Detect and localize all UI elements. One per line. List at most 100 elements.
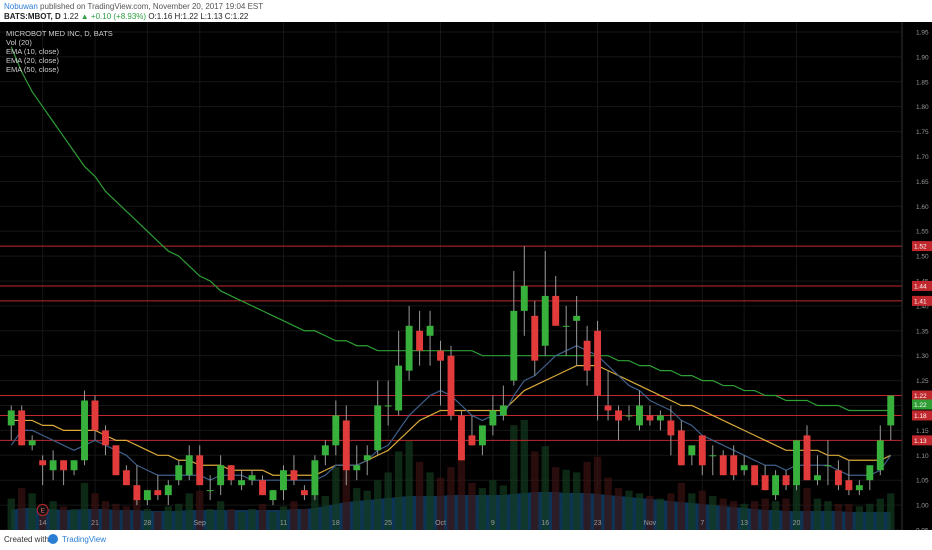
volume-bar: [541, 446, 549, 530]
y-tick-label: 1.35: [916, 328, 929, 335]
ohlc-readout: O:1.16 H:1.22 L:1.13 C:1.22: [148, 12, 249, 21]
candle-body: [562, 325, 570, 327]
symbol-line: BATS:MBOT, D 1.22 ▲ +0.10 (+8.93%) O:1.1…: [4, 12, 248, 21]
candle-body: [845, 480, 853, 491]
candle-body: [698, 435, 706, 466]
candle-body: [510, 310, 518, 381]
volume-bar: [531, 451, 539, 530]
symbol-label: BATS:MBOT, D: [4, 12, 61, 21]
x-tick-label: 13: [740, 520, 748, 527]
volume-bar: [782, 498, 790, 530]
volume-bar: [593, 456, 602, 530]
chart-area[interactable]: 1.95 1.90 1.85 1.80 1.75 1.70 1.65 1.60 1.55 1.50…: [0, 22, 932, 530]
candle-body: [122, 470, 130, 486]
y-tick-label: 1.15: [916, 428, 929, 435]
candle-body: [478, 425, 486, 446]
y-tick-label: 1.55: [916, 229, 929, 236]
x-tick-label: 7: [700, 520, 704, 527]
candle-body: [458, 415, 465, 461]
volume-bar: [761, 498, 769, 530]
volume-bar: [667, 493, 675, 530]
candle-body: [855, 485, 863, 491]
volume-bar: [688, 493, 696, 530]
publish-header: Nobuwan published on TradingView.com, No…: [0, 0, 932, 22]
candle-body: [7, 410, 15, 426]
candle-body: [573, 315, 581, 321]
chart-svg[interactable]: 1.95 1.90 1.85 1.80 1.75 1.70 1.65 1.60 1.55 1.50…: [0, 22, 932, 530]
volume-bar: [321, 495, 330, 530]
y-tick-label: 1.80: [916, 104, 929, 111]
candle-body: [405, 325, 413, 371]
y-tick-label: 1.30: [916, 353, 929, 360]
y-tick-label: 1.70: [916, 154, 929, 161]
x-tick-label: 16: [541, 520, 549, 527]
indicator-ema20: EMA (20, close): [6, 56, 59, 65]
y-tick-label: 1.10: [916, 453, 929, 460]
candle-body: [656, 415, 664, 421]
y-tick-label: 1.65: [916, 179, 929, 186]
volume-bar: [101, 501, 110, 530]
volume-bar: [468, 482, 476, 530]
author-link[interactable]: Nobuwan: [4, 2, 38, 11]
tradingview-link[interactable]: TradingView: [62, 535, 106, 544]
volume-bar: [112, 503, 120, 530]
candle-body: [81, 400, 88, 461]
candle-body: [531, 315, 539, 361]
volume-bar: [834, 503, 843, 530]
candle-body: [248, 475, 256, 481]
y-tick-label: 1.25: [916, 378, 929, 385]
candle-body: [384, 405, 392, 407]
candle-body: [227, 465, 235, 481]
y-tick-label: 1.75: [916, 129, 929, 136]
volume-bar: [7, 498, 15, 530]
earnings-event-label: E: [40, 508, 45, 515]
candle-body: [719, 455, 727, 476]
volume-bar: [572, 472, 581, 530]
x-tick-label: 23: [594, 520, 602, 527]
y-tick-label: 1.00: [916, 503, 929, 510]
candle-body: [468, 435, 476, 446]
volume-bar: [405, 440, 413, 530]
volume-bar: [227, 509, 235, 530]
candle-body: [238, 480, 246, 486]
y-tick-label: 1.50: [916, 254, 929, 261]
volume-bar: [876, 498, 884, 530]
volume-bar: [520, 420, 528, 530]
candle-body: [395, 365, 403, 411]
y-tick-label: 1.95: [916, 29, 929, 36]
candle-body: [28, 440, 36, 446]
volume-bar: [80, 482, 89, 530]
hline-price-label: 1.52: [914, 244, 927, 251]
candle-body: [196, 455, 204, 486]
candle-body: [70, 460, 78, 471]
y-tick-label: 1.90: [916, 54, 929, 61]
candle-body: [332, 415, 340, 446]
volume-bar: [730, 501, 738, 530]
volume-bar: [353, 488, 361, 530]
publish-line: Nobuwan published on TradingView.com, No…: [4, 2, 263, 11]
published-text: published on TradingView.com, November 2…: [40, 2, 264, 11]
candle-body: [321, 445, 329, 456]
y-tick-label: 1.05: [916, 478, 929, 485]
x-tick-label: 21: [91, 520, 99, 527]
candle-body: [102, 430, 109, 446]
candle-body: [615, 410, 622, 421]
candle-body: [552, 295, 560, 326]
candle-body: [290, 470, 298, 481]
candle-body: [342, 420, 350, 471]
volume-bar: [122, 506, 131, 530]
candle-body: [636, 405, 643, 426]
volume-bar: [300, 509, 309, 530]
x-tick-label: 9: [491, 520, 495, 527]
x-tick-label: 20: [793, 520, 801, 527]
y-tick-label: 1.85: [916, 79, 929, 86]
volume-bar: [206, 509, 214, 530]
volume-bar: [426, 472, 434, 530]
last-price: 1.22: [62, 12, 79, 21]
x-tick-label: Oct: [435, 520, 446, 527]
candle-body: [887, 395, 895, 426]
candle-body: [772, 475, 780, 496]
candle-body: [814, 475, 821, 481]
candle-body: [112, 445, 120, 476]
candle-body: [489, 410, 497, 426]
